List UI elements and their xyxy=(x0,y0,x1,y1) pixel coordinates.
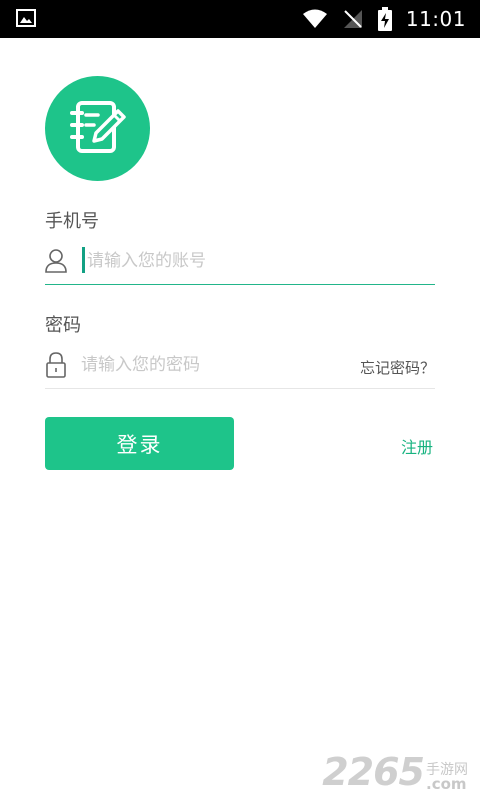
password-field: 忘记密码？ xyxy=(45,344,435,389)
notebook-edit-icon xyxy=(69,100,126,153)
no-signal-icon xyxy=(343,10,362,28)
watermark-side: 手游网 .com xyxy=(426,763,468,792)
watermark-number: 2265 xyxy=(322,750,425,794)
app-logo xyxy=(45,76,150,181)
status-bar-right: 11:01 xyxy=(302,0,466,38)
login-button[interactable]: 登录 xyxy=(45,417,234,470)
wifi-icon xyxy=(302,9,327,28)
password-label: 密码 xyxy=(45,315,81,336)
status-bar: 11:01 xyxy=(0,0,480,38)
watermark-logo: 2265 手游网 .com xyxy=(322,752,468,792)
register-link[interactable]: 注册 xyxy=(401,434,433,458)
phone-field xyxy=(45,240,435,285)
password-input[interactable] xyxy=(81,350,341,380)
image-notification-icon xyxy=(16,9,36,27)
text-cursor xyxy=(82,247,85,273)
watermark-suffix: .com xyxy=(426,775,467,793)
user-icon xyxy=(45,249,67,273)
forgot-password-link[interactable]: 忘记密码？ xyxy=(360,357,435,378)
phone-label: 手机号 xyxy=(45,211,99,232)
lock-icon xyxy=(46,352,66,378)
status-time: 11:01 xyxy=(405,7,466,31)
battery-charging-icon xyxy=(377,7,392,31)
phone-input[interactable] xyxy=(87,246,347,276)
